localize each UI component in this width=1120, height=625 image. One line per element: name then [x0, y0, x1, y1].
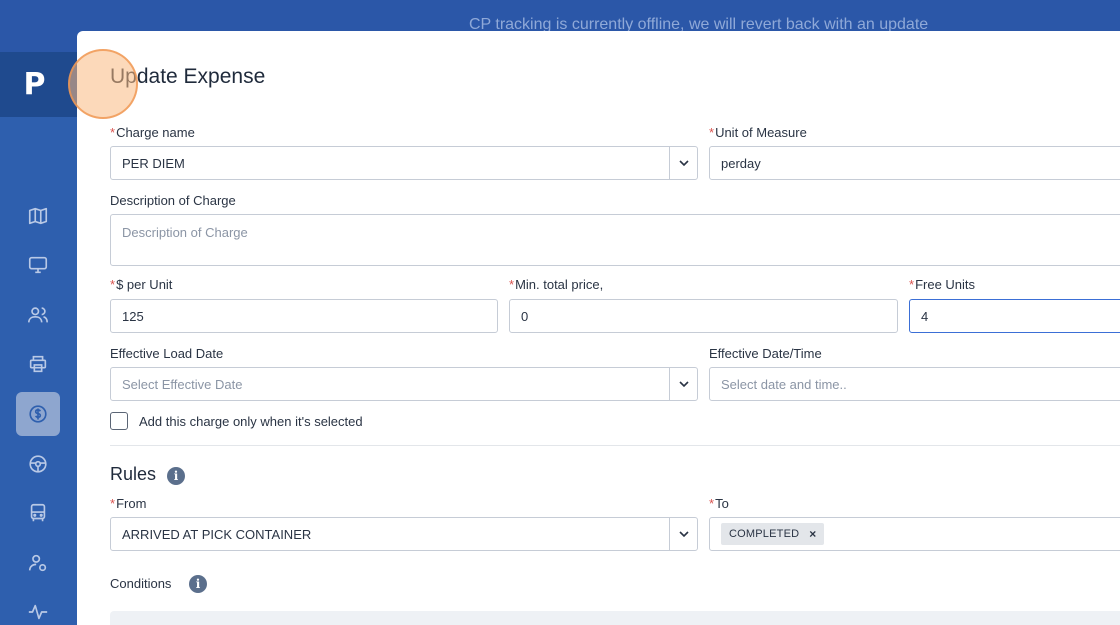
sidebar-item-drivers[interactable]: [16, 442, 60, 486]
divider: [110, 445, 1120, 446]
sidebar-item-activity[interactable]: [16, 590, 60, 625]
effective-datetime-input[interactable]: Select date and time..: [709, 367, 1120, 401]
free-units-value: 4: [921, 308, 929, 324]
dollar-icon: [29, 405, 47, 423]
chip-label: COMPLETED: [729, 528, 800, 540]
sidebar-item-monitor[interactable]: [16, 243, 60, 287]
close-icon[interactable]: ×: [809, 527, 816, 541]
min-total-value: 0: [521, 308, 529, 324]
chevron-down-icon[interactable]: [669, 518, 697, 550]
per-unit-input[interactable]: 125: [110, 299, 498, 333]
sidebar: P: [0, 52, 77, 625]
free-units-label: *Free Units: [909, 277, 976, 292]
effective-datetime-placeholder: Select date and time..: [721, 376, 847, 392]
map-icon: [28, 207, 48, 225]
steering-wheel-icon: [29, 455, 47, 473]
effective-load-date-placeholder: Select Effective Date: [122, 376, 243, 392]
unit-of-measure-field[interactable]: perday: [709, 146, 1120, 180]
description-placeholder: Description of Charge: [122, 225, 248, 240]
rules-title: Rules: [110, 464, 157, 484]
required-marker: *: [110, 125, 116, 140]
charge-name-select[interactable]: PER DIEM: [110, 146, 698, 180]
users-icon: [28, 307, 48, 323]
conditions-panel: [110, 611, 1120, 625]
printer-icon: [29, 355, 47, 373]
info-icon[interactable]: i: [189, 575, 207, 593]
min-total-label: *Min. total price,: [509, 277, 604, 292]
logo-mark: P: [23, 67, 46, 102]
conditions-label: Conditions: [110, 576, 172, 591]
click-highlight: [68, 49, 138, 119]
charge-name-value: PER DIEM: [122, 155, 185, 171]
from-select[interactable]: ARRIVED AT PICK CONTAINER: [110, 517, 698, 551]
chevron-down-icon[interactable]: [669, 147, 697, 179]
description-label: Description of Charge: [110, 193, 236, 208]
free-units-input[interactable]: 4: [909, 299, 1120, 333]
status-chip-completed: COMPLETED ×: [721, 523, 825, 545]
description-textarea[interactable]: Description of Charge: [110, 214, 1120, 266]
selected-only-label: Add this charge only when it's selected: [139, 414, 363, 429]
monitor-icon: [28, 256, 48, 274]
effective-load-date-select[interactable]: Select Effective Date: [110, 367, 698, 401]
selected-only-checkbox[interactable]: [110, 412, 128, 430]
from-label: *From: [110, 496, 147, 511]
sidebar-item-printer[interactable]: [16, 342, 60, 386]
from-value: ARRIVED AT PICK CONTAINER: [122, 526, 312, 542]
effective-load-date-label: Effective Load Date: [110, 346, 224, 361]
sidebar-item-users[interactable]: [16, 293, 60, 337]
bus-icon: [30, 503, 46, 522]
chevron-down-icon[interactable]: [669, 368, 697, 400]
unit-of-measure-value: perday: [721, 155, 761, 171]
info-icon[interactable]: i: [167, 467, 185, 485]
min-total-input[interactable]: 0: [509, 299, 898, 333]
sidebar-item-user-settings[interactable]: [16, 541, 60, 585]
activity-icon: [28, 604, 48, 620]
sidebar-item-fleet[interactable]: [16, 491, 60, 535]
effective-datetime-label: Effective Date/Time: [709, 346, 822, 361]
sidebar-item-expenses[interactable]: [16, 392, 60, 436]
per-unit-value: 125: [122, 308, 144, 324]
charge-name-label: *Charge name: [110, 125, 195, 140]
per-unit-label: *$ per Unit: [110, 277, 173, 292]
unit-of-measure-label: *Unit of Measure: [709, 125, 807, 140]
sidebar-item-map[interactable]: [16, 194, 60, 238]
logo[interactable]: P: [0, 52, 77, 117]
user-settings-icon: [28, 554, 47, 572]
to-label: *To: [709, 496, 729, 511]
